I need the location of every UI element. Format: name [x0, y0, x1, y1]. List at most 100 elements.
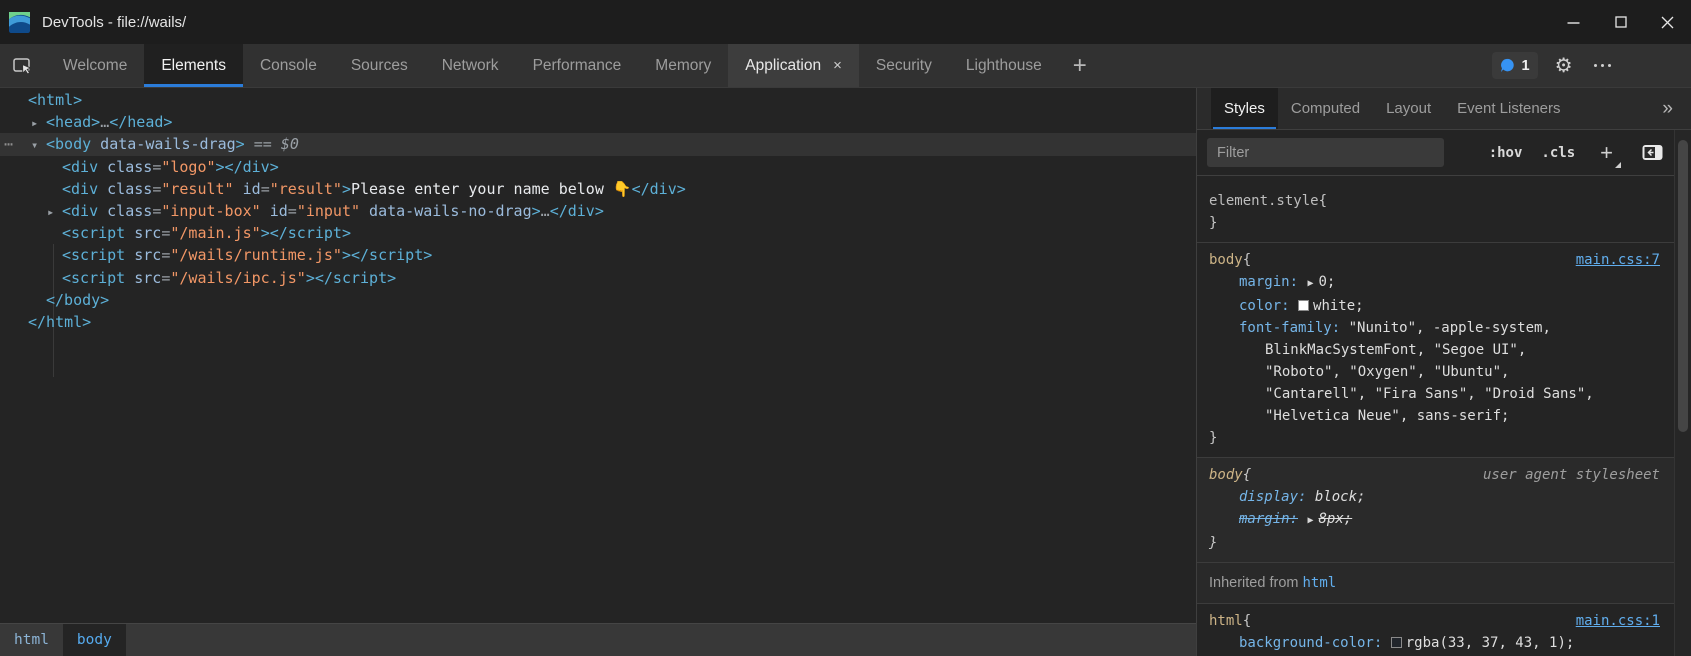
code-token: 👇: [613, 180, 632, 198]
expand-longhand-icon[interactable]: ▶: [1307, 278, 1313, 289]
dom-node-row[interactable]: <script src="/wails/ipc.js"></script>: [0, 267, 1196, 289]
styles-tab-layout[interactable]: Layout: [1373, 88, 1444, 129]
tab-label: Lighthouse: [966, 57, 1042, 75]
css-selector[interactable]: body: [1209, 249, 1243, 271]
css-property[interactable]: font-family: "Nunito", -apple-system,: [1209, 317, 1660, 339]
breadcrumb-item-html[interactable]: html: [0, 624, 63, 656]
css-property[interactable]: background-color: rgba(33, 37, 43, 1);: [1209, 632, 1660, 654]
css-property[interactable]: margin: ▶0;: [1209, 271, 1660, 295]
expand-triangle-icon[interactable]: ▸: [31, 112, 46, 134]
maximize-icon: [1615, 16, 1627, 28]
code-token: </head>: [109, 113, 172, 131]
styles-tab-label: Computed: [1291, 100, 1360, 117]
close-brace: }: [1209, 427, 1660, 449]
breadcrumb-item-body[interactable]: body: [63, 624, 126, 656]
dom-node-row[interactable]: <script src="/wails/runtime.js"></script…: [0, 244, 1196, 266]
more-panel-tabs-icon[interactable]: »: [1644, 88, 1691, 129]
inspect-element-button[interactable]: [0, 44, 46, 87]
css-selector[interactable]: element.style: [1209, 190, 1319, 212]
dom-node-row[interactable]: </body>: [0, 289, 1196, 311]
color-swatch[interactable]: [1298, 300, 1309, 311]
toggle-pseudo-state-button[interactable]: :hov: [1489, 145, 1523, 161]
tab-welcome[interactable]: Welcome: [46, 44, 144, 87]
dom-node-row[interactable]: ▸<head>…</head>: [0, 111, 1196, 133]
collapse-triangle-icon[interactable]: ▾: [31, 134, 46, 156]
code-token: "result": [270, 180, 342, 198]
property-value: white;: [1313, 298, 1364, 314]
css-rule: element.style {}: [1197, 176, 1674, 243]
css-property[interactable]: display: block;: [1209, 486, 1660, 508]
styles-tab-label: Layout: [1386, 100, 1431, 117]
styles-tab-event-listeners[interactable]: Event Listeners: [1444, 88, 1573, 129]
close-icon: [1661, 16, 1674, 29]
selected-node-marker: == $0: [245, 135, 299, 153]
dom-node-row[interactable]: </html>: [0, 311, 1196, 333]
css-property[interactable]: margin: ▶8px;: [1209, 508, 1660, 532]
code-token: <script: [62, 224, 125, 242]
css-selector[interactable]: html: [1209, 610, 1243, 632]
tab-sources[interactable]: Sources: [334, 44, 425, 87]
scrollbar-thumb[interactable]: [1678, 140, 1688, 432]
css-property[interactable]: color: white;: [1209, 295, 1660, 317]
styles-sections: element.style {}body {main.css:7margin: …: [1197, 176, 1691, 656]
dom-node-row[interactable]: <script src="/main.js"></script>: [0, 222, 1196, 244]
tab-console[interactable]: Console: [243, 44, 334, 87]
code-token: <head>: [46, 113, 100, 131]
settings-gear-icon[interactable]: ⚙: [1555, 56, 1573, 76]
code-token: "/main.js": [170, 224, 260, 242]
code-token: >: [532, 202, 541, 220]
toggle-element-classes-button[interactable]: .cls: [1541, 145, 1575, 161]
code-token: <div: [62, 158, 98, 176]
stylesheet-link[interactable]: main.css:1: [1576, 610, 1660, 632]
code-token: >: [236, 135, 245, 153]
tab-performance[interactable]: Performance: [516, 44, 639, 87]
code-token: =: [261, 180, 270, 198]
tab-security[interactable]: Security: [859, 44, 949, 87]
expand-triangle-icon[interactable]: ▸: [47, 201, 62, 223]
code-token: <html>: [28, 91, 82, 109]
css-selector[interactable]: body: [1209, 464, 1243, 486]
color-swatch[interactable]: [1391, 637, 1402, 648]
close-tab-icon[interactable]: ×: [833, 57, 842, 74]
inherited-from-header: Inherited from html: [1197, 563, 1674, 604]
maximize-button[interactable]: [1597, 0, 1644, 44]
property-name: color:: [1239, 298, 1290, 314]
code-token: class: [98, 180, 152, 198]
close-window-button[interactable]: [1644, 0, 1691, 44]
code-token: src: [125, 224, 161, 242]
dom-breadcrumb: html body: [0, 623, 1196, 656]
code-token: id: [261, 202, 288, 220]
stylesheet-link[interactable]: main.css:7: [1576, 249, 1660, 271]
styles-tab-styles[interactable]: Styles: [1211, 88, 1278, 129]
code-token: ></script>: [261, 224, 351, 242]
dom-node-row[interactable]: <div class="logo"></div>: [0, 156, 1196, 178]
devtools-tabbar: WelcomeElements Console SourcesNetworkPerf…: [0, 44, 1691, 88]
node-menu-dots-icon[interactable]: ⋯: [4, 133, 11, 155]
property-name: margin:: [1239, 274, 1298, 290]
tab-lighthouse[interactable]: Lighthouse: [949, 44, 1059, 87]
tab-memory[interactable]: Memory: [638, 44, 728, 87]
tab-elements[interactable]: Elements: [144, 44, 243, 87]
tab-label: Console: [260, 57, 317, 75]
tab-application[interactable]: Application×: [728, 44, 859, 87]
minimize-button[interactable]: [1550, 0, 1597, 44]
code-token: class: [98, 202, 152, 220]
dom-node-row[interactable]: ⋯▾<body data-wails-drag> == $0: [0, 133, 1196, 155]
code-token: </html>: [28, 313, 91, 331]
styles-scrollbar[interactable]: [1674, 130, 1691, 656]
sidebar-dock-icon[interactable]: [1642, 144, 1663, 161]
dom-node-row[interactable]: <div class="result" id="result">Please e…: [0, 178, 1196, 200]
tab-network[interactable]: Network: [425, 44, 516, 87]
issues-counter-button[interactable]: 1: [1492, 52, 1537, 79]
dom-node-row[interactable]: <html>: [0, 89, 1196, 111]
add-tab-button[interactable]: +: [1059, 44, 1101, 87]
dom-node-row[interactable]: ▸<div class="input-box" id="input" data-…: [0, 200, 1196, 222]
inherited-node-link[interactable]: html: [1303, 575, 1337, 591]
new-style-rule-button[interactable]: +: [1594, 140, 1619, 166]
css-property-wrap-line: "Helvetica Neue", sans-serif;: [1209, 405, 1660, 427]
property-value: "Nunito", -apple-system,: [1349, 320, 1551, 336]
expand-longhand-icon[interactable]: ▶: [1307, 515, 1313, 526]
more-options-menu-icon[interactable]: [1590, 64, 1616, 68]
styles-filter-input[interactable]: [1207, 138, 1444, 167]
styles-tab-computed[interactable]: Computed: [1278, 88, 1373, 129]
